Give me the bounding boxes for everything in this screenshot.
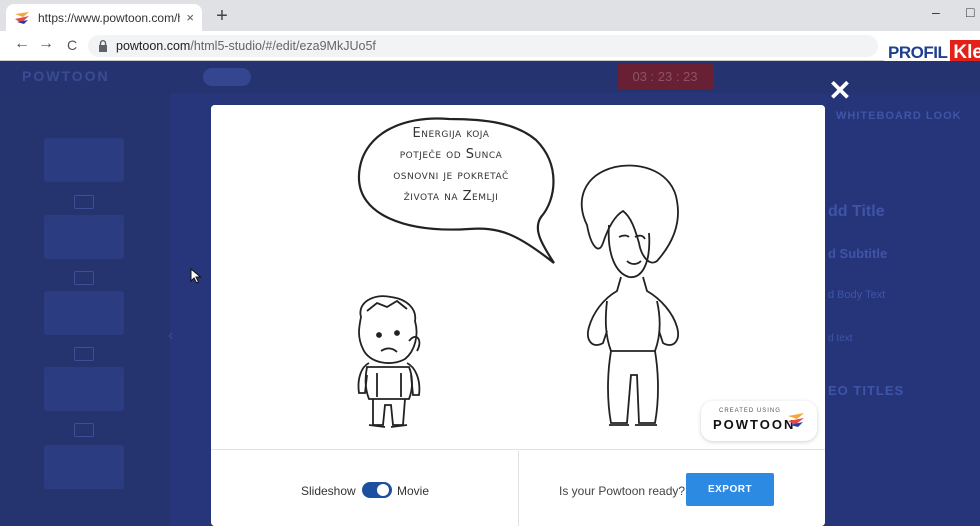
slideshow-label: Slideshow (301, 484, 356, 498)
powtoon-favicon-icon (15, 11, 29, 24)
woman-character (580, 164, 679, 426)
powtoon-preview-stage[interactable]: Energija koja potječe od Sunca osnovni j… (211, 105, 825, 450)
ready-question: Is your Powtoon ready? (559, 484, 686, 498)
lock-icon (99, 40, 107, 52)
add-slide-icon (74, 271, 94, 285)
close-modal-button[interactable]: ✕ (826, 77, 854, 105)
speech-line: potječe od Sunca (399, 147, 503, 162)
add-slide-icon (74, 347, 94, 361)
new-tab-button[interactable]: + (210, 5, 234, 28)
text-item: d text (828, 333, 853, 344)
slide-thumbnail (44, 138, 124, 182)
slide-thumbnail (44, 215, 124, 259)
slides-panel (0, 93, 170, 526)
speech-line: života na Zemlji (403, 189, 499, 204)
mouse-cursor-icon (190, 268, 202, 284)
forward-button[interactable]: → (36, 35, 56, 53)
speech-line: Energija koja (412, 126, 490, 141)
brand-part1: PROFIL (888, 43, 948, 62)
whiteboard-look-tab: WHITEBOARD LOOK (836, 110, 962, 122)
browser-address-bar: ← → C powtoon.com/html5-studio/#/edit/ez… (0, 31, 980, 61)
offer-timer: 03 : 23 : 23 (617, 64, 713, 90)
browser-tab[interactable]: https://www.powtoon.com/html5 × (6, 4, 202, 31)
movie-label: Movie (397, 484, 430, 498)
add-body-item: d Body Text (828, 289, 886, 301)
created-using-powtoon-badge[interactable]: CREATED USING POWTOON (701, 401, 817, 441)
man-character (357, 295, 421, 428)
speech-bubble-text: Energija koja potječe od Sunca osnovni j… (361, 123, 541, 207)
url-path: /html5-studio/#/edit/eza9MkJUo5f (190, 39, 376, 53)
add-slide-icon (74, 195, 94, 209)
url-input[interactable]: powtoon.com/html5-studio/#/edit/eza9MkJU… (88, 35, 878, 57)
powtoon-logo-icon (788, 413, 804, 427)
studio-logo: POWTOON (22, 68, 110, 84)
minimize-button[interactable]: – (932, 4, 940, 20)
text-panel (826, 93, 980, 526)
export-button[interactable]: EXPORT (686, 473, 774, 506)
collapse-panel-icon: ‹ (168, 327, 174, 344)
video-titles-item: EO TITLES (828, 383, 905, 398)
modal-footer: Slideshow Movie Is your Powtoon ready? E… (211, 451, 825, 526)
add-title-item: dd Title (828, 203, 885, 220)
powtoon-wordmark: POWTOON (713, 417, 796, 432)
url-host: powtoon.com (116, 39, 191, 53)
slide-thumbnail (44, 291, 124, 335)
tab-title: https://www.powtoon.com/html5 (38, 10, 180, 25)
tab-close-icon[interactable]: × (186, 10, 194, 25)
preview-modal: Energija koja potječe od Sunca osnovni j… (211, 105, 825, 526)
maximize-button[interactable]: □ (966, 4, 974, 20)
add-subtitle-item: d Subtitle (828, 246, 888, 261)
footer-divider (518, 451, 519, 526)
slideshow-movie-toggle[interactable] (362, 482, 392, 498)
browser-tab-bar: https://www.powtoon.com/html5 × + – □ (0, 0, 980, 31)
slide-thumbnail (44, 367, 124, 411)
created-using-label: CREATED USING (719, 408, 781, 414)
reload-button[interactable]: C (62, 37, 82, 53)
toggle-knob (377, 484, 389, 496)
speech-line: osnovni je pokretač (393, 168, 509, 183)
create-pill (203, 68, 251, 86)
back-button[interactable]: ← (12, 35, 32, 53)
slide-thumbnail (44, 445, 124, 489)
add-slide-icon (74, 423, 94, 437)
